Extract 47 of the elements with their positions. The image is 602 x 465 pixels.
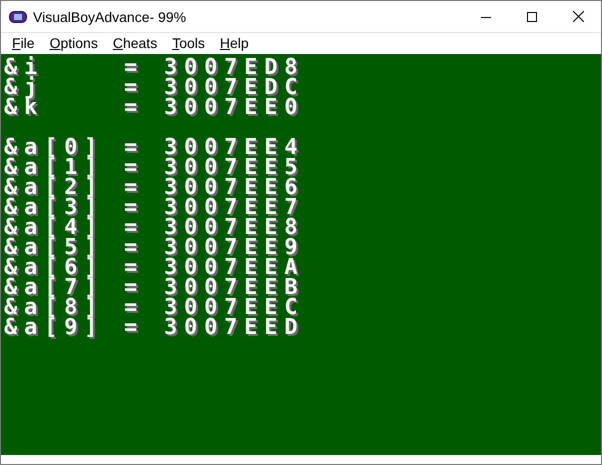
equals-sign: = — [124, 318, 144, 338]
address-value: 3007EE0 — [164, 98, 304, 118]
equals-sign: = — [124, 178, 144, 198]
window-title: VisualBoyAdvance- 99% — [33, 8, 188, 24]
variable-label: &a[1] — [4, 158, 104, 178]
variable-label: &j — [4, 78, 44, 98]
variable-label: &a[7] — [4, 278, 104, 298]
menu-item[interactable]: Tools — [164, 35, 212, 51]
address-value: 3007EDC — [164, 78, 304, 98]
menu-item[interactable]: Options — [42, 35, 105, 51]
address-value: 3007EE6 — [164, 178, 304, 198]
variable-label: &a[3] — [4, 198, 104, 218]
equals-sign: = — [124, 258, 144, 278]
equals-sign: = — [124, 138, 144, 158]
address-value: 3007EE4 — [164, 138, 304, 158]
equals-sign: = — [124, 198, 144, 218]
variable-label: &a[8] — [4, 298, 104, 318]
close-icon — [572, 11, 584, 22]
equals-sign: = — [124, 238, 144, 258]
address-value: 3007EED — [164, 318, 304, 338]
menu-item[interactable]: Help — [212, 35, 256, 51]
address-value: 3007EE7 — [164, 198, 304, 218]
maximize-icon — [527, 12, 537, 22]
equals-sign: = — [124, 158, 144, 178]
equals-sign: = — [124, 58, 144, 78]
equals-sign: = — [124, 298, 144, 318]
address-value: 3007EEB — [164, 278, 304, 298]
variable-label: &a[9] — [4, 318, 104, 338]
variable-label: &k — [4, 98, 44, 118]
address-value: 3007EEC — [164, 298, 304, 318]
variable-label: &a[4] — [4, 218, 104, 238]
variable-label: &a[5] — [4, 238, 104, 258]
address-value: 3007ED8 — [164, 58, 304, 78]
console-icon — [9, 10, 27, 24]
variable-label: &a[0] — [4, 138, 104, 158]
address-value: 3007EE8 — [164, 218, 304, 238]
menu-item[interactable]: Cheats — [104, 35, 164, 51]
address-value: 3007EE5 — [164, 158, 304, 178]
equals-sign: = — [124, 278, 144, 298]
equals-sign: = — [124, 78, 144, 98]
equals-sign: = — [124, 218, 144, 238]
address-value: 3007EE9 — [164, 238, 304, 258]
variable-label: &a[6] — [4, 258, 104, 278]
menu-item[interactable]: File — [4, 35, 42, 51]
equals-sign: = — [124, 98, 144, 118]
address-value: 3007EEA — [164, 258, 304, 278]
variable-label: &a[2] — [4, 178, 104, 198]
